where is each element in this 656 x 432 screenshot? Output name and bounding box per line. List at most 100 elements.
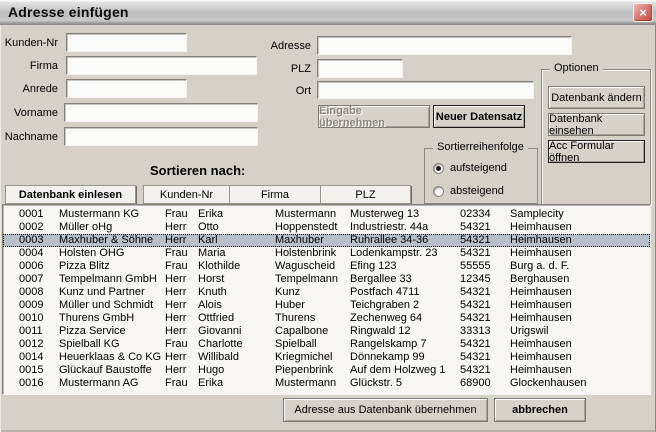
radio-absteigend[interactable]: absteigend bbox=[433, 185, 504, 197]
table-cell: Rangelskamp 7 bbox=[350, 338, 460, 351]
datenbank-aendern-button[interactable]: Datenbank ändern bbox=[548, 86, 645, 109]
table-row[interactable]: 0010Thurens GmbHHerrOttfriedThurensZeche… bbox=[3, 312, 650, 325]
sortierreihenfolge-groupbox: Sortierreihenfolge aufsteigend absteigen… bbox=[424, 148, 538, 204]
radio-absteigend-label: absteigend bbox=[450, 185, 504, 197]
table-cell: Heimhausen bbox=[510, 364, 650, 377]
table-row[interactable]: 0008Kunz und PartnerHerrKnuthKunzPostfac… bbox=[3, 286, 650, 299]
table-cell: 0010 bbox=[3, 312, 59, 325]
ort-input[interactable] bbox=[317, 81, 534, 99]
vorname-label: Vorname bbox=[0, 107, 58, 121]
table-cell: Ottfried bbox=[198, 312, 275, 325]
table-row[interactable]: 0001Mustermann KGFrauErikaMustermannMust… bbox=[3, 208, 650, 221]
table-row[interactable]: 0003Maxhuber & SöhneHerrKarlMaxhuberRuhr… bbox=[3, 234, 650, 247]
sort-firma-button[interactable]: Firma bbox=[229, 185, 321, 204]
table-cell: Frau bbox=[165, 208, 198, 221]
table-row[interactable]: 0007Tempelmann GmbHHerrHorstTempelmannBe… bbox=[3, 273, 650, 286]
table-cell: Heimhausen bbox=[510, 221, 650, 234]
table-row[interactable]: 0004Holsten OHGFrauMariaHolstenbrinkLode… bbox=[3, 247, 650, 260]
table-cell: 0012 bbox=[3, 338, 59, 351]
table-cell: 55555 bbox=[460, 260, 510, 273]
datenbank-einsehen-button[interactable]: Datenbank einsehen bbox=[548, 113, 645, 136]
table-cell: Herr bbox=[165, 312, 198, 325]
table-cell: Mustermann bbox=[275, 377, 350, 390]
table-row[interactable]: 0014Heuerklaas & Co KGHerrWillibaldKrieg… bbox=[3, 351, 650, 364]
radio-aufsteigend-label: aufsteigend bbox=[450, 162, 507, 174]
table-row[interactable]: 0009Müller und SchmidtHerrAloisHuberTeic… bbox=[3, 299, 650, 312]
table-cell: Müller und Schmidt bbox=[59, 299, 165, 312]
table-cell: Herr bbox=[165, 299, 198, 312]
table-cell: Tempelmann bbox=[275, 273, 350, 286]
adresse-uebernehmen-button[interactable]: Adresse aus Datenbank übernehmen bbox=[283, 398, 488, 422]
firma-input[interactable] bbox=[66, 56, 257, 75]
table-cell: Herr bbox=[165, 286, 198, 299]
table-cell: Müller oHg bbox=[59, 221, 165, 234]
table-cell: Spielball bbox=[275, 338, 350, 351]
table-row[interactable]: 0002Müller oHgHerrOttoHoppenstedtIndustr… bbox=[3, 221, 650, 234]
table-cell: Zechenweg 64 bbox=[350, 312, 460, 325]
kunden-nr-label: Kunden-Nr bbox=[0, 37, 58, 51]
anrede-input[interactable] bbox=[66, 79, 187, 98]
table-row[interactable]: 0015Glückauf BaustoffeHerrHugoPiepenbrin… bbox=[3, 364, 650, 377]
abbrechen-button[interactable]: abbrechen bbox=[494, 398, 586, 422]
table-row[interactable]: 0006Pizza BlitzFrauKlothildeWaguscheidEf… bbox=[3, 260, 650, 273]
table-cell: Thurens bbox=[275, 312, 350, 325]
table-cell: 33313 bbox=[460, 325, 510, 338]
table-cell: Spielball KG bbox=[59, 338, 165, 351]
table-cell: Lodenkampstr. 23 bbox=[350, 247, 460, 260]
table-cell: Erika bbox=[198, 208, 275, 221]
table-cell: Alois bbox=[198, 299, 275, 312]
nachname-input[interactable] bbox=[64, 127, 258, 146]
close-button[interactable]: × bbox=[633, 3, 653, 22]
table-cell: Mustermann bbox=[275, 208, 350, 221]
table-cell: Willibald bbox=[198, 351, 275, 364]
table-cell: 54321 bbox=[460, 338, 510, 351]
datenbank-einlesen-button[interactable]: Datenbank einlesen bbox=[5, 185, 136, 204]
table-cell: 0016 bbox=[3, 377, 59, 390]
adresse-label: Adresse bbox=[249, 40, 311, 54]
table-cell: Dönnekamp 99 bbox=[350, 351, 460, 364]
table-cell: Teichgraben 2 bbox=[350, 299, 460, 312]
table-cell: Horst bbox=[198, 273, 275, 286]
sort-kunden-nr-button[interactable]: Kunden-Nr bbox=[143, 185, 230, 204]
table-cell: 54321 bbox=[460, 312, 510, 325]
address-table[interactable]: 0001Mustermann KGFrauErikaMustermannMust… bbox=[2, 204, 651, 395]
table-cell: Samplecity bbox=[510, 208, 650, 221]
table-cell: Pizza Service bbox=[59, 325, 165, 338]
table-cell: Herr bbox=[165, 234, 198, 247]
table-cell: Maxhuber & Söhne bbox=[59, 234, 165, 247]
table-cell: Heimhausen bbox=[510, 286, 650, 299]
table-cell: 54321 bbox=[460, 364, 510, 377]
table-cell: Karl bbox=[198, 234, 275, 247]
table-cell: Mustermann AG bbox=[59, 377, 165, 390]
adresse-input[interactable] bbox=[317, 36, 572, 55]
table-cell: Heimhausen bbox=[510, 338, 650, 351]
table-cell: Herr bbox=[165, 273, 198, 286]
table-cell: 54321 bbox=[460, 286, 510, 299]
table-row[interactable]: 0016Mustermann AGFrauErikaMustermannGlüc… bbox=[3, 377, 650, 390]
table-cell: Giovanni bbox=[198, 325, 275, 338]
plz-input[interactable] bbox=[317, 59, 403, 78]
table-cell: Industriestr. 44a bbox=[350, 221, 460, 234]
sort-plz-button[interactable]: PLZ bbox=[320, 185, 411, 204]
acc-formular-oeffnen-button[interactable]: Acc Formular öffnen bbox=[548, 140, 645, 163]
table-cell: Thurens GmbH bbox=[59, 312, 165, 325]
table-cell: 0009 bbox=[3, 299, 59, 312]
vorname-input[interactable] bbox=[64, 103, 258, 122]
table-cell: 12345 bbox=[460, 273, 510, 286]
table-cell: Heuerklaas & Co KG bbox=[59, 351, 165, 364]
ort-label: Ort bbox=[249, 85, 311, 99]
neuer-datensatz-button[interactable]: Neuer Datensatz bbox=[433, 105, 525, 128]
sortierreihenfolge-title: Sortierreihenfolge bbox=[433, 141, 528, 153]
kunden-nr-input[interactable] bbox=[66, 33, 187, 52]
table-row[interactable]: 0011Pizza ServiceHerrGiovanniCapalboneRi… bbox=[3, 325, 650, 338]
table-row[interactable]: 0012Spielball KGFrauCharlotteSpielballRa… bbox=[3, 338, 650, 351]
table-cell: Frau bbox=[165, 247, 198, 260]
table-cell: Erika bbox=[198, 377, 275, 390]
eingabe-uebernehmen-button: Eingabe übernehmen bbox=[318, 105, 430, 128]
table-cell: Heimhausen bbox=[510, 299, 650, 312]
table-cell: 0007 bbox=[3, 273, 59, 286]
table-cell: Bergallee 33 bbox=[350, 273, 460, 286]
radio-aufsteigend[interactable]: aufsteigend bbox=[433, 162, 507, 174]
table-cell: Holstenbrink bbox=[275, 247, 350, 260]
table-cell: Auf dem Holzweg 1 bbox=[350, 364, 460, 377]
